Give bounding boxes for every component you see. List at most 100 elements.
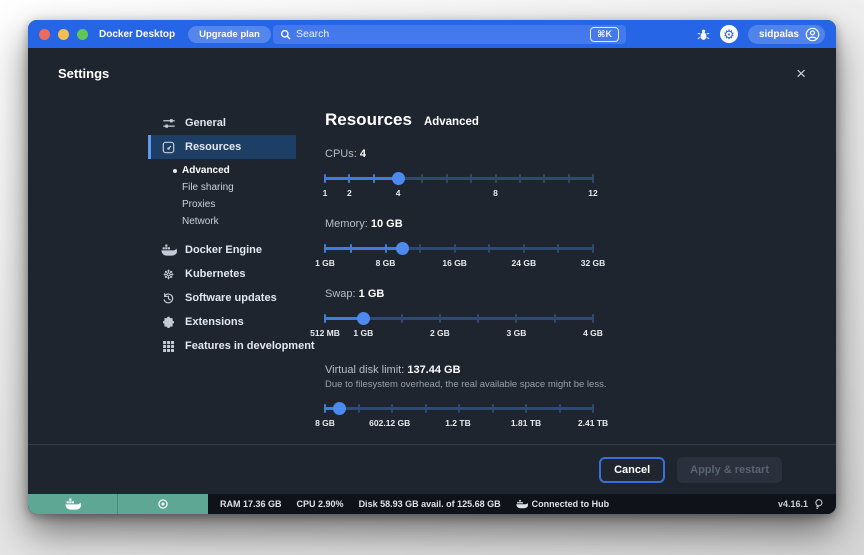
settings-content: General Resources Advanced File sharing Prox… <box>28 89 836 444</box>
sidebar-item-label: Docker Engine <box>185 244 262 256</box>
settings-header: Settings × <box>28 48 836 89</box>
sidebar-item-kubernetes[interactable]: ☸Kubernetes <box>148 262 296 286</box>
tick-label: 8 <box>493 188 498 198</box>
tick-label: 8 GB <box>315 418 335 428</box>
bug-report-icon[interactable] <box>697 28 710 41</box>
tick-mark <box>543 174 545 183</box>
tick-mark <box>350 244 352 253</box>
sidebar-item-resources[interactable]: Resources <box>148 135 296 159</box>
tick-mark <box>454 244 456 253</box>
version-label: v4.16.1 <box>778 499 808 509</box>
sidebar-subitem-network[interactable]: Network <box>148 213 296 230</box>
sidebar-subitem-label: File sharing <box>182 182 234 193</box>
close-icon[interactable]: × <box>796 67 806 81</box>
slider-thumb-memory[interactable] <box>396 242 409 255</box>
slider-section-memory: Memory: 10 GB 1 GB8 GB16 GB24 GB32 GB <box>325 218 625 270</box>
slider-value-cpus: 4 <box>360 148 366 160</box>
slider-track-swap[interactable] <box>325 311 593 325</box>
gauge-icon <box>160 141 177 154</box>
upgrade-plan-button[interactable]: Upgrade plan <box>188 26 271 43</box>
settings-gear-icon[interactable]: ⚙ <box>720 25 738 43</box>
slider-thumb-swap[interactable] <box>357 312 370 325</box>
tab-advanced[interactable]: Advanced <box>424 116 479 128</box>
titlebar-actions: ⚙ sidpalas <box>697 25 825 44</box>
slider-section-cpus: CPUs: 4124812 <box>325 148 625 200</box>
user-menu[interactable]: sidpalas <box>748 25 825 44</box>
tick-label: 16 GB <box>442 258 467 268</box>
slider-track-virtual-disk-limit[interactable] <box>325 401 593 415</box>
app-title: Docker Desktop <box>99 29 175 40</box>
sidebar-item-label: Resources <box>185 141 241 153</box>
whale-icon <box>160 244 177 256</box>
search-input[interactable]: Search ⌘K <box>273 25 626 44</box>
whale-icon <box>516 499 528 509</box>
tick-mark <box>477 314 479 323</box>
sidebar-subitem-proxies[interactable]: Proxies <box>148 196 296 213</box>
tick-label: 602.12 GB <box>369 418 410 428</box>
titlebar: Docker Desktop Upgrade plan Search ⌘K ⚙ … <box>28 20 836 48</box>
tick-mark <box>568 174 570 183</box>
tick-mark <box>523 244 525 253</box>
settings-footer: Cancel Apply & restart <box>28 444 836 494</box>
slider-thumb-virtual-disk-limit[interactable] <box>333 402 346 415</box>
tick-mark <box>492 404 494 413</box>
slider-track-cpus[interactable] <box>325 171 593 185</box>
cancel-button[interactable]: Cancel <box>599 457 665 483</box>
ram-usage: RAM 17.36 GB <box>220 499 282 509</box>
tick-mark <box>425 404 427 413</box>
record-status-button[interactable] <box>118 494 208 514</box>
username: sidpalas <box>759 29 799 40</box>
tick-mark <box>439 314 441 323</box>
engine-running-whale-button[interactable] <box>28 494 118 514</box>
tick-labels-memory: 1 GB8 GB16 GB24 GB32 GB <box>325 258 593 270</box>
sidebar-subitem-file-sharing[interactable]: File sharing <box>148 179 296 196</box>
settings-sidebar: General Resources Advanced File sharing Prox… <box>148 111 296 444</box>
sidebar-subitems-resources: Advanced File sharing Proxies Network <box>148 162 296 230</box>
sidebar-item-features-in-development[interactable]: Features in development <box>148 334 296 358</box>
apply-restart-button[interactable]: Apply & restart <box>677 457 782 483</box>
tick-mark <box>559 404 561 413</box>
slider-thumb-cpus[interactable] <box>392 172 405 185</box>
sliders-container: CPUs: 4124812Memory: 10 GB1 GB8 GB16 GB2… <box>325 148 625 430</box>
sidebar-item-extensions[interactable]: Extensions <box>148 310 296 334</box>
sliders-icon <box>160 117 177 130</box>
tick-mark <box>592 244 594 253</box>
search-placeholder: Search <box>296 28 329 40</box>
sidebar-item-docker-engine[interactable]: Docker Engine <box>148 238 296 262</box>
slider-value-memory: 10 GB <box>371 218 403 230</box>
sidebar-item-label: General <box>185 117 226 129</box>
tick-label: 32 GB <box>581 258 606 268</box>
tick-labels-cpus: 124812 <box>325 188 593 200</box>
tick-label: 3 GB <box>507 328 527 338</box>
desktop-background: Docker Desktop Upgrade plan Search ⌘K ⚙ … <box>0 0 864 555</box>
slider-section-swap: Swap: 1 GB512 MB1 GB2 GB3 GB4 GB <box>325 288 625 340</box>
disk-usage: Disk 58.93 GB avail. of 125.68 GB <box>359 499 501 509</box>
tick-mark <box>385 244 387 253</box>
sidebar-subitem-advanced[interactable]: Advanced <box>148 162 296 179</box>
sidebar-item-software-updates[interactable]: Software updates <box>148 286 296 310</box>
tick-label: 12 <box>588 188 597 198</box>
tick-mark <box>373 174 375 183</box>
close-window-button[interactable] <box>39 29 50 40</box>
slider-note-virtual-disk-limit: Due to filesystem overhead, the real ava… <box>325 379 625 390</box>
sidebar-subitem-label: Advanced <box>182 165 230 176</box>
tick-label: 1 <box>323 188 328 198</box>
sidebar-subitem-label: Network <box>182 216 219 227</box>
slider-track-memory[interactable] <box>325 241 593 255</box>
resources-panel: Resources Advanced CPUs: 4124812Memory: … <box>325 110 625 444</box>
record-icon <box>157 498 169 510</box>
sidebar-item-label: Kubernetes <box>185 268 246 280</box>
tick-mark <box>592 404 594 413</box>
hub-status-text: Connected to Hub <box>532 499 610 509</box>
slider-label-memory: Memory: 10 GB <box>325 218 625 230</box>
zoom-window-button[interactable] <box>77 29 88 40</box>
sidebar-subitem-label: Proxies <box>182 199 215 210</box>
tick-mark <box>495 174 497 183</box>
minimize-window-button[interactable] <box>58 29 69 40</box>
sidebar-item-general[interactable]: General <box>148 111 296 135</box>
tick-mark <box>519 174 521 183</box>
tick-mark <box>446 174 448 183</box>
whats-new-bulb-icon[interactable] <box>811 497 825 512</box>
panel-heading: Resources Advanced <box>325 110 625 130</box>
panel-title: Resources <box>325 110 412 130</box>
